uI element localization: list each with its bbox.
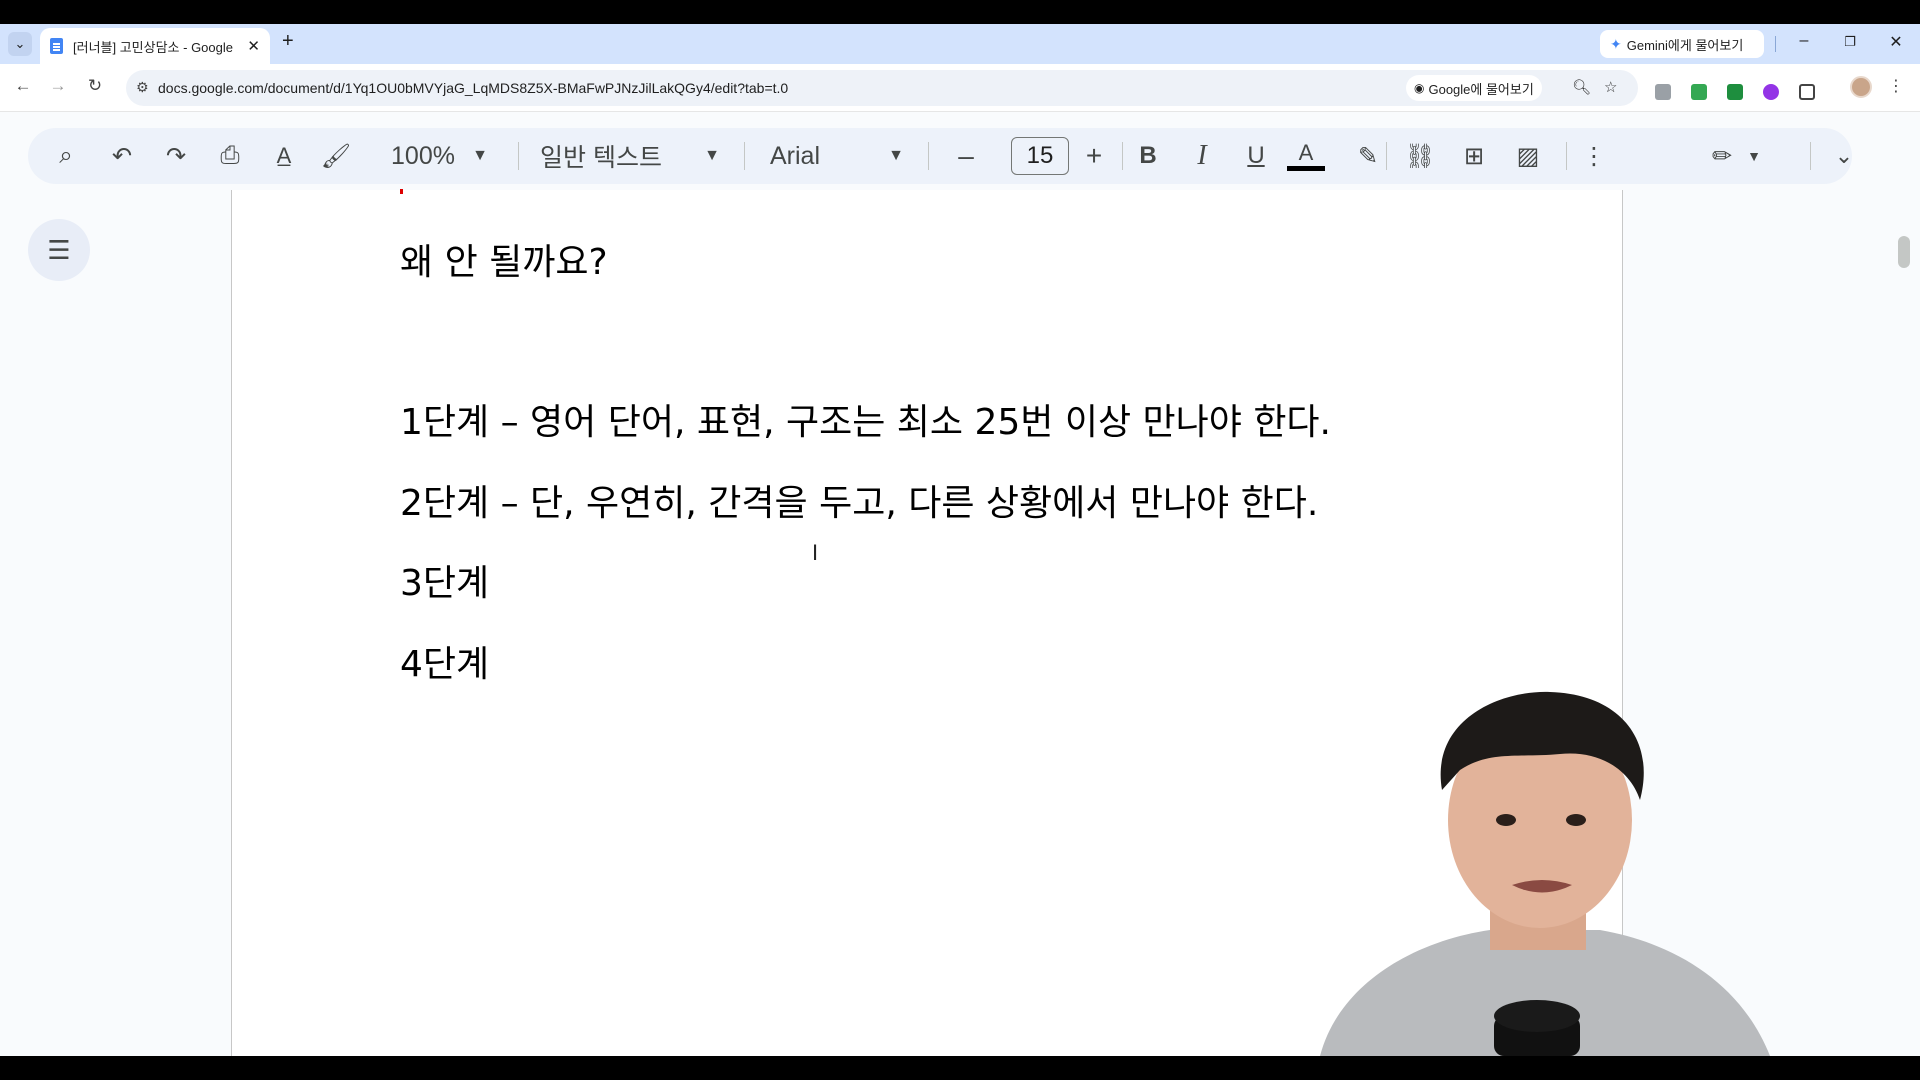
gemini-button[interactable]: ✦ Gemini에게 물어보기 — [1600, 30, 1764, 58]
forward-icon[interactable]: → — [47, 76, 69, 96]
minimize-icon[interactable]: – — [1792, 32, 1816, 50]
editing-mode-chevron-icon[interactable]: ▼ — [1744, 128, 1764, 184]
insert-image-icon[interactable]: ▨ — [1510, 128, 1546, 184]
increase-font-size-icon[interactable]: + — [1076, 128, 1112, 184]
send-extension-icon[interactable] — [1727, 84, 1743, 100]
zoom-value[interactable]: 100% — [388, 128, 458, 184]
docs-favicon-icon — [50, 38, 63, 54]
doc-paragraph[interactable]: 3단계 — [400, 554, 489, 606]
webcam-presenter-image — [1320, 691, 1770, 1056]
browser-menu-icon[interactable]: ⋮ — [1888, 76, 1904, 96]
address-bar: ← → ↻ ⚙ docs.google.com/document/d/1Yq1O… — [0, 64, 1920, 112]
back-icon[interactable]: ← — [12, 76, 34, 96]
zoom-icon[interactable]: 🔍︎ — [1572, 78, 1591, 96]
spell-underline-mark — [400, 189, 403, 194]
window-controls-divider — [1775, 36, 1776, 52]
search-icon[interactable]: ⌕ — [48, 128, 84, 184]
tab-active[interactable]: [러너블] 고민상담소 - Google ✕ — [40, 28, 270, 64]
screen: ⌄ [러너블] 고민상담소 - Google ✕ + ✦ Gemini에게 물어… — [0, 0, 1920, 1080]
bottom-letterbox — [0, 1056, 1920, 1080]
spellcheck-icon[interactable]: A̲ — [266, 128, 302, 184]
insert-link-icon[interactable]: ⛓ — [1400, 128, 1440, 184]
font-size-input[interactable]: 15 — [1011, 137, 1069, 175]
divider — [744, 142, 745, 170]
lens-icon: ◉ — [1414, 81, 1425, 95]
doc-paragraph[interactable]: 왜 안 될까요? — [400, 233, 608, 285]
omnibox[interactable]: ⚙ docs.google.com/document/d/1Yq1OU0bMVY… — [126, 70, 1638, 106]
more-options-icon[interactable]: ⋮ — [1582, 128, 1606, 184]
bookmark-star-icon[interactable]: ☆ — [1604, 78, 1617, 96]
ask-google-button[interactable]: ◉ Google에 물어보기 — [1406, 75, 1542, 101]
divider — [1386, 142, 1387, 170]
text-color-letter: A — [1298, 139, 1314, 165]
font-dropdown-chevron-icon[interactable]: ▼ — [884, 128, 908, 184]
window-close-icon[interactable]: ✕ — [1884, 32, 1908, 52]
zoom-dropdown-chevron-icon[interactable]: ▼ — [468, 128, 492, 184]
tab-strip: ⌄ [러너블] 고민상담소 - Google ✕ + ✦ Gemini에게 물어… — [0, 24, 1920, 64]
restore-icon[interactable]: ❐ — [1838, 34, 1862, 50]
divider — [518, 142, 519, 170]
underline-icon[interactable]: U — [1238, 128, 1274, 184]
divider — [1122, 142, 1123, 170]
text-color-bar — [1287, 165, 1325, 171]
tab-title: [러너블] 고민상담소 - Google — [73, 39, 233, 55]
scrollbar-thumb[interactable] — [1898, 236, 1910, 268]
collapse-toolbar-chevron-icon[interactable]: ⌄ — [1826, 128, 1862, 184]
doc-paragraph[interactable]: 1단계 – 영어 단어, 표현, 구조는 최소 25번 이상 만나야 한다. — [400, 393, 1331, 445]
add-comment-icon[interactable]: ⊞ — [1456, 128, 1492, 184]
italic-icon[interactable]: I — [1184, 128, 1220, 184]
profile-extension-icon[interactable] — [1763, 84, 1779, 100]
reload-icon[interactable]: ↻ — [84, 76, 106, 96]
divider — [1566, 142, 1567, 170]
style-dropdown-chevron-icon[interactable]: ▼ — [700, 128, 724, 184]
font-value[interactable]: Arial — [770, 128, 870, 184]
divider — [928, 142, 929, 170]
text-cursor-icon: I — [812, 540, 819, 565]
doc-paragraph[interactable]: 2단계 – 단, 우연히, 간격을 두고, 다른 상황에서 만나야 한다. — [400, 474, 1318, 526]
url-text[interactable]: docs.google.com/document/d/1Yq1OU0bMVYja… — [158, 80, 788, 96]
top-letterbox — [0, 0, 1920, 24]
site-info-icon[interactable]: ⚙ — [136, 79, 149, 96]
document-outline-icon[interactable]: ☰ — [28, 219, 90, 281]
print-icon[interactable]: ⎙ — [212, 128, 248, 184]
gemini-icon: ✦ — [1610, 35, 1622, 52]
undo-icon[interactable]: ↶ — [104, 128, 140, 184]
decrease-font-size-icon[interactable]: – — [948, 128, 984, 184]
extensions-puzzle-icon[interactable] — [1799, 84, 1815, 100]
camera-extension-icon[interactable] — [1655, 84, 1671, 100]
text-color-icon[interactable]: A — [1286, 128, 1326, 184]
highlight-color-icon[interactable]: ✎ — [1350, 128, 1386, 184]
close-icon[interactable]: ✕ — [247, 37, 260, 55]
new-tab-icon[interactable]: + — [282, 30, 294, 53]
screen-extension-icon[interactable] — [1691, 84, 1707, 100]
tab-search-icon[interactable]: ⌄ — [8, 32, 32, 56]
ask-google-label: Google에 물어보기 — [1428, 81, 1534, 97]
redo-icon[interactable]: ↷ — [158, 128, 194, 184]
gemini-label: Gemini에게 물어보기 — [1626, 37, 1744, 53]
paint-format-icon[interactable]: 🖌︎ — [318, 128, 354, 184]
editing-mode-pencil-icon[interactable]: ✏︎ — [1704, 128, 1740, 184]
style-value[interactable]: 일반 텍스트 — [540, 128, 680, 184]
divider — [1810, 142, 1811, 170]
docs-toolbar: ⌕ ↶ ↷ ⎙ A̲ 🖌︎ 100% ▼ 일반 텍스트 ▼ Arial ▼ – … — [28, 128, 1852, 184]
avatar[interactable] — [1850, 76, 1872, 98]
doc-paragraph[interactable]: 4단계 — [400, 635, 489, 687]
bold-icon[interactable]: B — [1130, 128, 1166, 184]
